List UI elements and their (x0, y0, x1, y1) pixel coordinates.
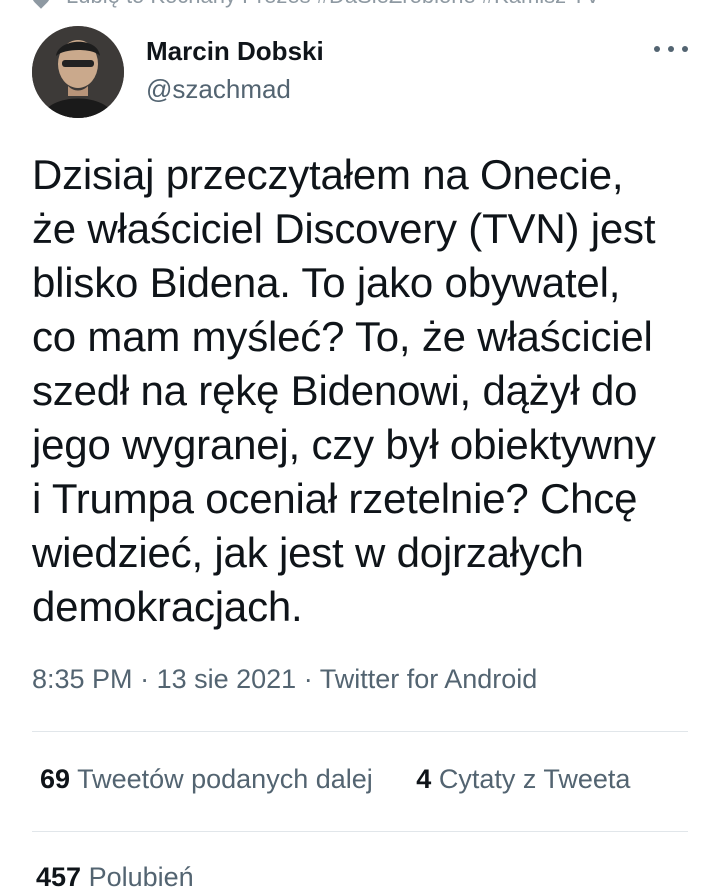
tweet-text-line: Dzisiaj przeczytałem na Onecie, (32, 151, 624, 198)
top-context-text: Lubię to Kochany Prezes #DaSieZrobione #… (66, 0, 600, 9)
quotes-label: Cytaty z Tweeta (438, 764, 631, 794)
pin-icon (28, 0, 54, 9)
meta-separator: · (132, 664, 157, 694)
tweet-text-line: co mam myśleć? To, że właściciel (32, 313, 653, 360)
more-options-button[interactable] (654, 38, 688, 60)
tweet-text-line: wiedzieć, jak jest w dojrzałych (32, 529, 584, 576)
tweet-text-line: blisko Bidena. To jako obywatel, (32, 259, 621, 306)
avatar-portrait-icon (32, 26, 124, 118)
tweet-text-line: demokracjach. (32, 583, 303, 630)
quotes-count: 4 (416, 764, 432, 794)
divider (32, 831, 688, 832)
likes-count: 457 (36, 862, 82, 892)
divider (32, 731, 688, 732)
likes-stat[interactable]: 457 Polubień (36, 862, 194, 893)
more-horizontal-icon (654, 46, 660, 52)
tweet-time[interactable]: 8:35 PM (32, 664, 133, 694)
tweet-meta: 8:35 PM · 13 sie 2021 · Twitter for Andr… (32, 664, 537, 695)
retweets-count: 69 (40, 764, 71, 794)
tweet-text-line: i Trumpa oceniał rzetelnie? Chcę (32, 475, 638, 522)
author-name[interactable]: Marcin Dobski (146, 36, 324, 67)
tweet-text-line: szedł na rękę Bidenowi, dążył do (32, 367, 638, 414)
tweet-header: Marcin Dobski @szachmad (32, 24, 688, 118)
more-horizontal-icon (668, 46, 674, 52)
author-handle[interactable]: @szachmad (146, 74, 291, 105)
tweet-text-line: jego wygranej, czy był obiektywny (32, 421, 656, 468)
top-context: Lubię to Kochany Prezes #DaSieZrobione #… (28, 0, 600, 9)
more-horizontal-icon (682, 46, 688, 52)
retweets-label: Tweetów podanych dalej (77, 764, 373, 794)
retweets-stat[interactable]: 69 Tweetów podanych dalej (40, 764, 373, 795)
likes-label: Polubień (88, 862, 194, 892)
tweet-date[interactable]: 13 sie 2021 (157, 664, 297, 694)
tweet-source[interactable]: Twitter for Android (320, 664, 538, 694)
tweet-text: Dzisiaj przeczytałem na Onecie, że właśc… (32, 148, 692, 634)
avatar[interactable] (32, 26, 124, 118)
tweet-stats: 69 Tweetów podanych dalej 4 Cytaty z Twe… (40, 764, 630, 795)
tweet-text-line: że właściciel Discovery (TVN) jest (32, 205, 656, 252)
meta-separator: · (296, 664, 320, 694)
quotes-stat[interactable]: 4 Cytaty z Tweeta (416, 764, 630, 795)
